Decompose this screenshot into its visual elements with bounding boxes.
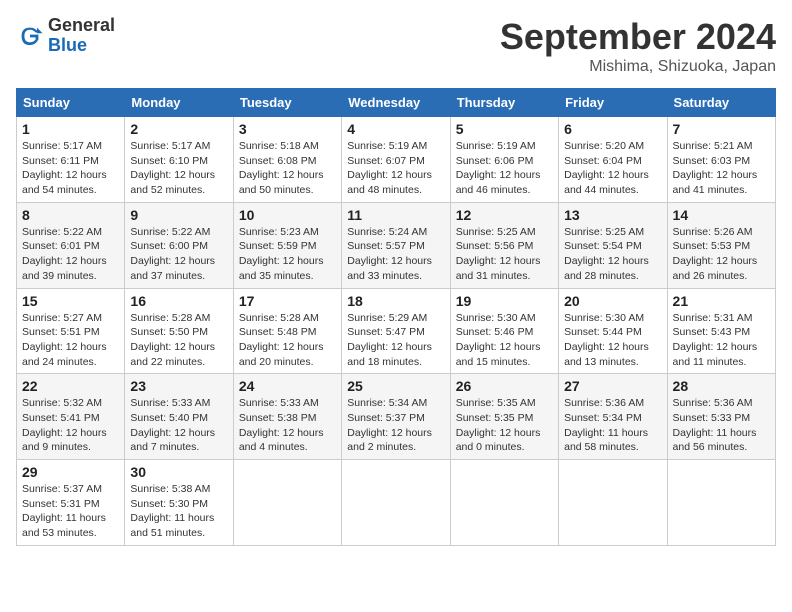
day-11: 11 Sunrise: 5:24 AMSunset: 5:57 PMDaylig…	[342, 202, 450, 288]
week-row-5: 29 Sunrise: 5:37 AMSunset: 5:31 PMDaylig…	[17, 460, 776, 546]
day-10: 10 Sunrise: 5:23 AMSunset: 5:59 PMDaylig…	[233, 202, 341, 288]
day-17: 17 Sunrise: 5:28 AMSunset: 5:48 PMDaylig…	[233, 288, 341, 374]
day-23: 23 Sunrise: 5:33 AMSunset: 5:40 PMDaylig…	[125, 374, 233, 460]
logo-icon	[16, 22, 44, 50]
weekday-header-row: Sunday Monday Tuesday Wednesday Thursday…	[17, 89, 776, 117]
month-title: September 2024	[500, 16, 776, 58]
day-3: 3 Sunrise: 5:18 AMSunset: 6:08 PMDayligh…	[233, 117, 341, 203]
calendar-table: Sunday Monday Tuesday Wednesday Thursday…	[16, 88, 776, 546]
header-tuesday: Tuesday	[233, 89, 341, 117]
location-title: Mishima, Shizuoka, Japan	[500, 58, 776, 76]
day-1: 1 Sunrise: 5:17 AMSunset: 6:11 PMDayligh…	[17, 117, 125, 203]
day-29: 29 Sunrise: 5:37 AMSunset: 5:31 PMDaylig…	[17, 460, 125, 546]
day-22: 22 Sunrise: 5:32 AMSunset: 5:41 PMDaylig…	[17, 374, 125, 460]
logo-general: General	[48, 16, 115, 36]
header-friday: Friday	[559, 89, 667, 117]
empty-cell-4	[559, 460, 667, 546]
logo-blue: Blue	[48, 36, 115, 56]
day-24: 24 Sunrise: 5:33 AMSunset: 5:38 PMDaylig…	[233, 374, 341, 460]
week-row-3: 15 Sunrise: 5:27 AMSunset: 5:51 PMDaylig…	[17, 288, 776, 374]
day-2: 2 Sunrise: 5:17 AMSunset: 6:10 PMDayligh…	[125, 117, 233, 203]
day-13: 13 Sunrise: 5:25 AMSunset: 5:54 PMDaylig…	[559, 202, 667, 288]
empty-cell-5	[667, 460, 775, 546]
day-5: 5 Sunrise: 5:19 AMSunset: 6:06 PMDayligh…	[450, 117, 558, 203]
day-4: 4 Sunrise: 5:19 AMSunset: 6:07 PMDayligh…	[342, 117, 450, 203]
day-14: 14 Sunrise: 5:26 AMSunset: 5:53 PMDaylig…	[667, 202, 775, 288]
title-area: September 2024 Mishima, Shizuoka, Japan	[500, 16, 776, 76]
week-row-1: 1 Sunrise: 5:17 AMSunset: 6:11 PMDayligh…	[17, 117, 776, 203]
header: General Blue September 2024 Mishima, Shi…	[16, 16, 776, 76]
day-26: 26 Sunrise: 5:35 AMSunset: 5:35 PMDaylig…	[450, 374, 558, 460]
day-8: 8 Sunrise: 5:22 AMSunset: 6:01 PMDayligh…	[17, 202, 125, 288]
day-6: 6 Sunrise: 5:20 AMSunset: 6:04 PMDayligh…	[559, 117, 667, 203]
day-18: 18 Sunrise: 5:29 AMSunset: 5:47 PMDaylig…	[342, 288, 450, 374]
day-20: 20 Sunrise: 5:30 AMSunset: 5:44 PMDaylig…	[559, 288, 667, 374]
day-12: 12 Sunrise: 5:25 AMSunset: 5:56 PMDaylig…	[450, 202, 558, 288]
header-thursday: Thursday	[450, 89, 558, 117]
empty-cell-2	[342, 460, 450, 546]
header-monday: Monday	[125, 89, 233, 117]
day-27: 27 Sunrise: 5:36 AMSunset: 5:34 PMDaylig…	[559, 374, 667, 460]
day-21: 21 Sunrise: 5:31 AMSunset: 5:43 PMDaylig…	[667, 288, 775, 374]
header-sunday: Sunday	[17, 89, 125, 117]
empty-cell-1	[233, 460, 341, 546]
day-9: 9 Sunrise: 5:22 AMSunset: 6:00 PMDayligh…	[125, 202, 233, 288]
day-30: 30 Sunrise: 5:38 AMSunset: 5:30 PMDaylig…	[125, 460, 233, 546]
day-16: 16 Sunrise: 5:28 AMSunset: 5:50 PMDaylig…	[125, 288, 233, 374]
empty-cell-3	[450, 460, 558, 546]
day-19: 19 Sunrise: 5:30 AMSunset: 5:46 PMDaylig…	[450, 288, 558, 374]
day-15: 15 Sunrise: 5:27 AMSunset: 5:51 PMDaylig…	[17, 288, 125, 374]
header-saturday: Saturday	[667, 89, 775, 117]
day-25: 25 Sunrise: 5:34 AMSunset: 5:37 PMDaylig…	[342, 374, 450, 460]
day-28: 28 Sunrise: 5:36 AMSunset: 5:33 PMDaylig…	[667, 374, 775, 460]
logo: General Blue	[16, 16, 115, 56]
header-wednesday: Wednesday	[342, 89, 450, 117]
week-row-4: 22 Sunrise: 5:32 AMSunset: 5:41 PMDaylig…	[17, 374, 776, 460]
day-7: 7 Sunrise: 5:21 AMSunset: 6:03 PMDayligh…	[667, 117, 775, 203]
week-row-2: 8 Sunrise: 5:22 AMSunset: 6:01 PMDayligh…	[17, 202, 776, 288]
